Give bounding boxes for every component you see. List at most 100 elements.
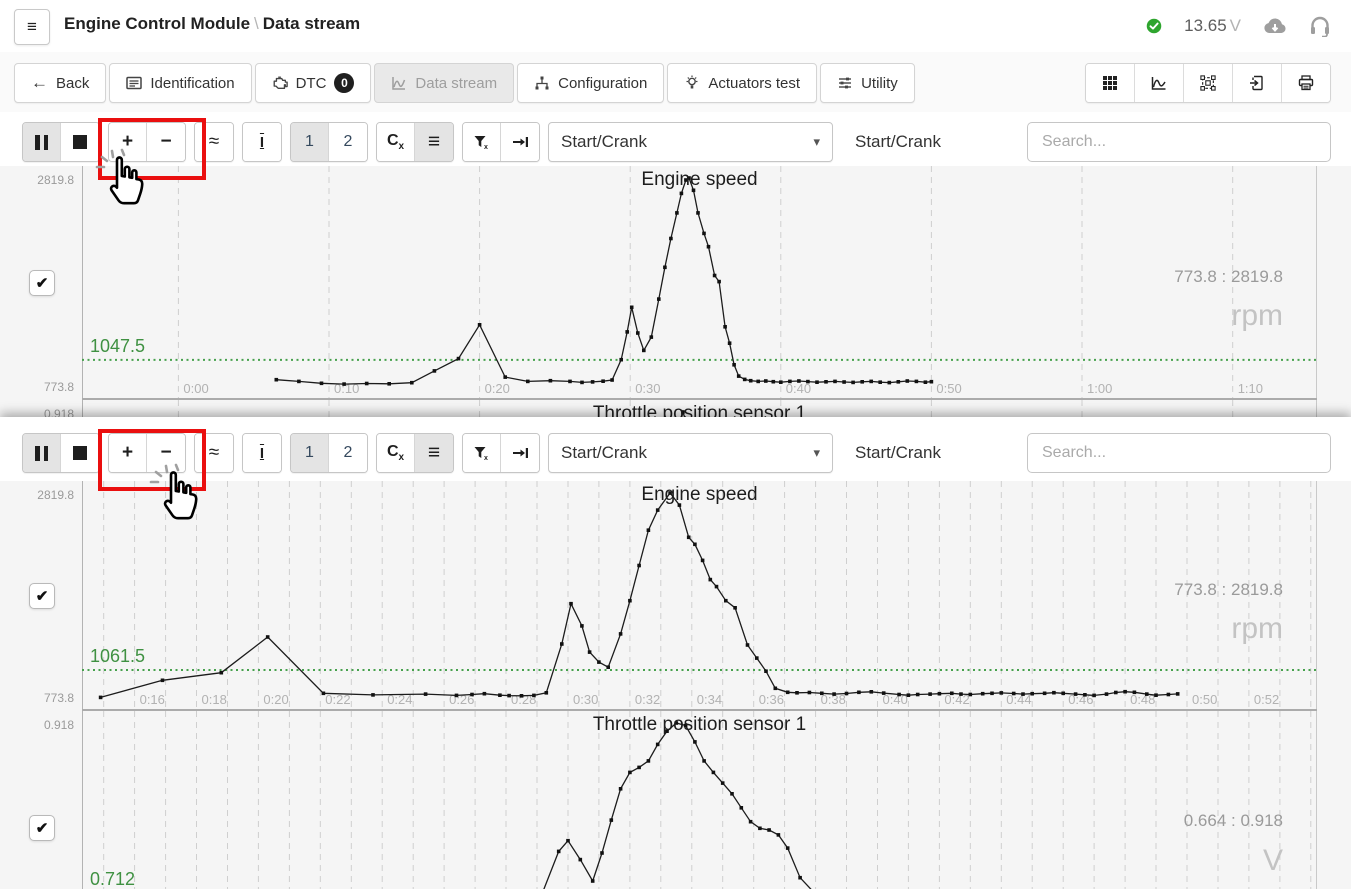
reset-zoom-icon: Cx — [387, 132, 404, 152]
series-visible-checkbox[interactable]: ✔ — [29, 270, 55, 296]
tab-dtc[interactable]: DTC 0 — [255, 63, 372, 103]
page-2-button[interactable]: 2 — [329, 434, 367, 472]
chart-title: Engine speed — [82, 484, 1317, 506]
pause-button[interactable] — [23, 434, 61, 472]
sliders-icon — [837, 75, 853, 91]
fit-vertical-button[interactable]: I — [243, 434, 281, 472]
zoom-in-button[interactable]: + — [109, 434, 147, 472]
tab-back[interactable]: ← Back — [14, 63, 106, 103]
diagnostic-app: { "header": { "title_module": "Engine Co… — [0, 0, 1351, 889]
view-actions-group — [1085, 63, 1331, 103]
chart-row: 0.918 0.664 ✔ 0:000:100:200:300:400:501:… — [0, 400, 1351, 417]
tab-label: Back — [56, 75, 89, 92]
page-1-button[interactable]: 1 — [291, 123, 329, 161]
check-icon: ✔ — [36, 587, 49, 605]
stop-button[interactable] — [61, 123, 99, 161]
hamburger-menu-button[interactable]: ≡ — [14, 9, 50, 45]
svg-text:0:16: 0:16 — [140, 692, 165, 707]
arrow-to-bar-icon — [512, 446, 529, 460]
tab-label: Identification — [150, 75, 234, 92]
group-select-value: Start/Crank — [561, 132, 647, 152]
svg-text:1:10: 1:10 — [1238, 381, 1263, 396]
plot-area[interactable]: 0:000:100:200:300:400:501:001:10 Engine … — [82, 166, 1317, 400]
svg-text:0:20: 0:20 — [263, 692, 288, 707]
stop-icon — [73, 446, 87, 460]
list-icon: ≡ — [428, 130, 440, 154]
search-input[interactable] — [1027, 433, 1331, 473]
go-to-end-button[interactable] — [501, 123, 539, 161]
chart-row: 0.918 0.664 ✔ 0:160:180:200:220:240:260:… — [0, 711, 1351, 889]
clear-filter-button[interactable]: x — [463, 123, 501, 161]
stop-button[interactable] — [61, 434, 99, 472]
breadcrumb-separator: \ — [250, 14, 263, 33]
tab-label: Configuration — [558, 75, 647, 92]
fit-vertical-button[interactable]: I — [243, 123, 281, 161]
series-visible-checkbox[interactable]: ✔ — [29, 583, 55, 609]
chart-row: 2819.8 773.8 ✔ 0:160:180:200:220:240:260… — [0, 481, 1351, 711]
series-visible-checkbox[interactable]: ✔ — [29, 815, 55, 841]
chart-row: 2819.8 773.8 ✔ 0:000:100:200:300:400:501… — [0, 166, 1351, 400]
search-input[interactable] — [1027, 122, 1331, 162]
app-header: ≡ Engine Control Module\Data stream 13.6… — [0, 0, 1351, 53]
unit-label: V — [1263, 844, 1283, 878]
zoom-out-button[interactable]: − — [147, 434, 185, 472]
list-icon: ≡ — [428, 441, 440, 465]
y-min-label: 773.8 — [0, 380, 74, 394]
pause-icon — [35, 135, 48, 150]
svg-text:x: x — [484, 144, 488, 151]
export-button[interactable] — [1233, 64, 1282, 102]
module-tabbar: ← Back Identification DTC 0 — [0, 52, 1351, 112]
identification-icon — [126, 75, 142, 91]
series-line — [101, 493, 1178, 697]
chart-view-button[interactable] — [1135, 64, 1184, 102]
plus-icon: + — [122, 131, 133, 153]
pause-button[interactable] — [23, 123, 61, 161]
group-select-dropdown[interactable]: Start/Crank ▾ — [548, 122, 833, 162]
smoothing-button[interactable]: ≈ — [195, 434, 233, 472]
smoothing-button[interactable]: ≈ — [195, 123, 233, 161]
page-1-button[interactable]: 1 — [291, 434, 329, 472]
go-to-end-button[interactable] — [501, 434, 539, 472]
headset-icon[interactable] — [1309, 15, 1331, 37]
zoom-in-button[interactable]: + — [109, 123, 147, 161]
tab-utility[interactable]: Utility — [820, 63, 915, 103]
dtc-count-badge: 0 — [334, 73, 354, 93]
svg-text:0:00: 0:00 — [183, 381, 208, 396]
tab-configuration[interactable]: Configuration — [517, 63, 664, 103]
select-area-button[interactable] — [1184, 64, 1233, 102]
printer-icon — [1298, 75, 1314, 91]
tab-label: Utility — [861, 75, 898, 92]
list-view-button[interactable]: ≡ — [415, 434, 453, 472]
svg-text:0:52: 0:52 — [1254, 692, 1279, 707]
line-chart-icon — [1151, 75, 1167, 91]
chart-toolbar: + − ≈ I 1 2 Cx ≡ x — [22, 122, 941, 162]
plot-area[interactable]: 0:160:180:200:220:240:260:280:300:320:34… — [82, 481, 1317, 711]
filter-clear-icon: x — [473, 445, 490, 462]
reset-zoom-button[interactable]: Cx — [377, 434, 415, 472]
cloud-download-icon[interactable] — [1263, 17, 1287, 35]
page-2-button[interactable]: 2 — [329, 123, 367, 161]
list-view-button[interactable]: ≡ — [415, 123, 453, 161]
print-button[interactable] — [1282, 64, 1330, 102]
tab-actuators-test[interactable]: Actuators test — [667, 63, 817, 103]
tab-identification[interactable]: Identification — [109, 63, 251, 103]
bulb-icon — [684, 75, 700, 91]
status-ok-icon — [1146, 18, 1162, 34]
voltage-value: 13.65 — [1184, 16, 1227, 35]
svg-text:x: x — [484, 455, 488, 462]
grid-view-button[interactable] — [1086, 64, 1135, 102]
voltage-unit: V — [1230, 16, 1241, 35]
series-line — [113, 723, 1172, 889]
reset-zoom-button[interactable]: Cx — [377, 123, 415, 161]
group-select-dropdown[interactable]: Start/Crank ▾ — [548, 433, 833, 473]
arrow-to-bar-icon — [512, 135, 529, 149]
svg-text:0:36: 0:36 — [759, 692, 784, 707]
svg-text:1:00: 1:00 — [1087, 381, 1112, 396]
cursor-value-label: 0.712 — [90, 869, 135, 889]
plot-area[interactable]: 0:160:180:200:220:240:260:280:300:320:34… — [82, 711, 1317, 889]
clear-filter-button[interactable]: x — [463, 434, 501, 472]
zoom-out-button[interactable]: − — [147, 123, 185, 161]
y-max-label: 0.918 — [0, 407, 74, 417]
plot-area[interactable]: 0:000:100:200:300:400:501:001:10 Throttl… — [82, 400, 1317, 417]
breadcrumb-module: Engine Control Module — [64, 14, 250, 33]
